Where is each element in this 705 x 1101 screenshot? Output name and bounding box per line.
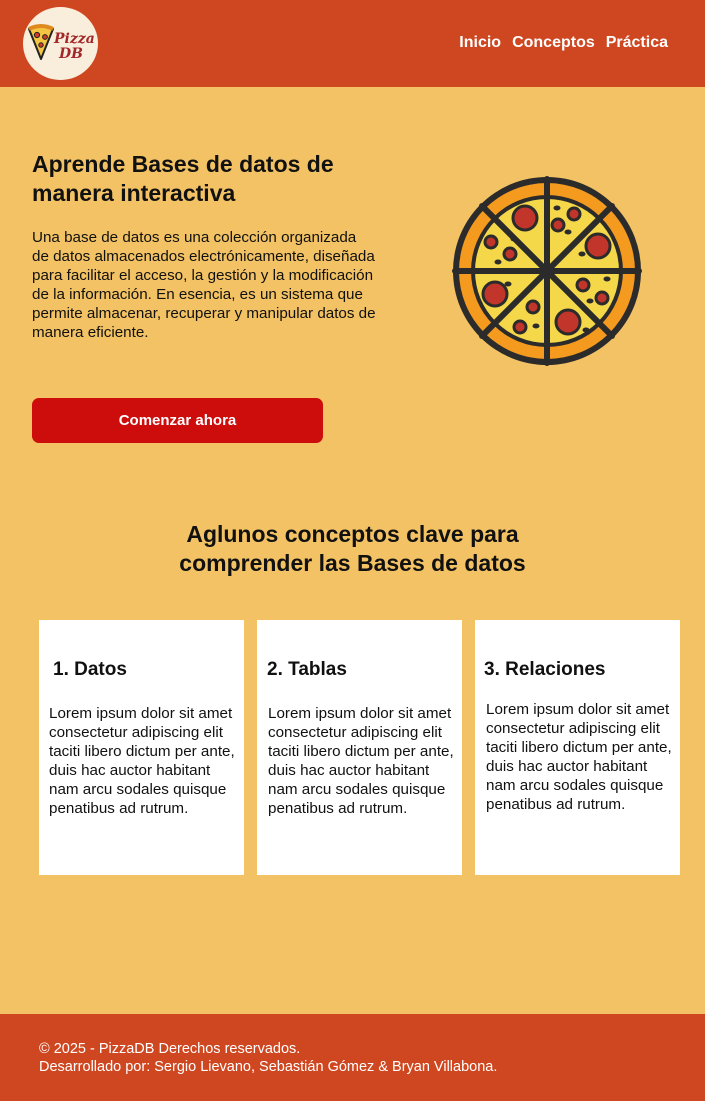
pizza-slice-icon: Pizza DB	[28, 24, 95, 62]
hero-title: Aprende Bases de datos de manera interac…	[32, 151, 334, 206]
copyright-text: © 2025 - PizzaDB Derechos reservados.	[39, 1041, 301, 1057]
nav-link-practica[interactable]: Práctica	[606, 34, 668, 52]
concept-card-datos: 1. Datos Lorem ipsum dolor sit amet cons…	[39, 620, 244, 875]
card-title: 3. Relaciones	[484, 659, 606, 680]
pizzadb-logo[interactable]: Pizza DB	[23, 7, 98, 80]
card-text: Lorem ipsum dolor sit amet consectetur a…	[268, 705, 454, 817]
concept-card-relaciones: 3. Relaciones Lorem ipsum dolor sit amet…	[475, 620, 680, 875]
card-title: 2. Tablas	[267, 659, 347, 680]
card-text: Lorem ipsum dolor sit amet consectetur a…	[49, 705, 235, 817]
svg-text:DB: DB	[58, 46, 83, 62]
nav-link-inicio[interactable]: Inicio	[459, 34, 501, 52]
nav-link-conceptos[interactable]: Conceptos	[512, 34, 595, 52]
start-now-button[interactable]: Comenzar ahora	[32, 398, 323, 443]
svg-text:Pizza: Pizza	[53, 31, 95, 47]
site-header: Pizza DB Inicio Conceptos Práctica	[0, 0, 705, 87]
pizza-icon	[452, 176, 642, 366]
concept-card-tablas: 2. Tablas Lorem ipsum dolor sit amet con…	[257, 620, 462, 875]
main-nav: Inicio Conceptos Práctica	[459, 34, 668, 52]
card-title: 1. Datos	[53, 659, 127, 680]
concepts-title-line1: Aglunos conceptos clave para	[186, 521, 519, 547]
hero-description: Una base de datos es una colección organ…	[32, 229, 376, 341]
card-text: Lorem ipsum dolor sit amet consectetur a…	[486, 701, 672, 813]
concepts-title-line2: comprender las Bases de datos	[179, 550, 526, 576]
site-footer: © 2025 - PizzaDB Derechos reservados. De…	[0, 1014, 705, 1101]
credits-text: Desarrollado por: Sergio Lievano, Sebast…	[39, 1059, 498, 1075]
concepts-title: Aglunos conceptos clave para comprender …	[0, 520, 705, 578]
